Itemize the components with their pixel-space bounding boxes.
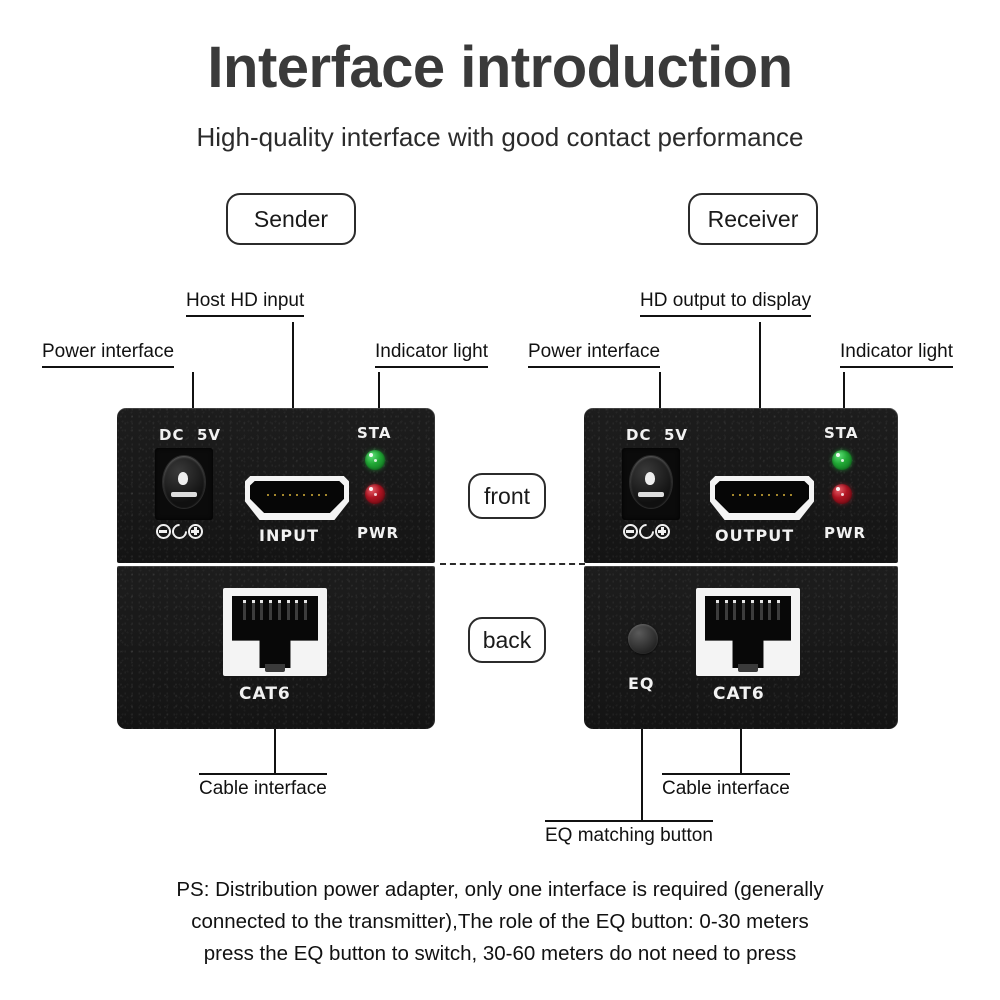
sender-port-label: INPUT bbox=[259, 526, 319, 545]
badge-receiver: Receiver bbox=[688, 193, 818, 245]
sender-volt-label: 5V bbox=[197, 426, 222, 444]
callout-receiver-power: Power interface bbox=[528, 341, 661, 368]
leader-receiver-power bbox=[659, 372, 661, 408]
sender-hdmi-input-port[interactable] bbox=[245, 476, 349, 520]
sender-pwr-led bbox=[365, 484, 385, 504]
sender-cat6-contacts bbox=[243, 600, 307, 620]
badge-sender: Sender bbox=[226, 193, 356, 245]
receiver-dc-jack-ring bbox=[630, 456, 672, 508]
callout-receiver-eq: EQ matching button bbox=[545, 820, 713, 847]
badge-receiver-label: Receiver bbox=[707, 205, 799, 232]
receiver-volt-label: 5V bbox=[664, 426, 689, 444]
badge-back: back bbox=[468, 617, 546, 663]
receiver-cat6-port[interactable] bbox=[696, 588, 800, 676]
receiver-eq-label: EQ bbox=[628, 674, 655, 693]
polarity-positive-icon bbox=[655, 524, 670, 539]
callout-receiver-hd-output: HD output to display bbox=[640, 290, 812, 317]
sender-sta-led-highlight2 bbox=[374, 459, 377, 462]
sender-sta-label: STA bbox=[357, 424, 392, 442]
page-subtitle: High-quality interface with good contact… bbox=[196, 122, 804, 152]
front-back-separator bbox=[440, 563, 585, 565]
polarity-negative-icon bbox=[156, 524, 171, 539]
receiver-back-panel: EQ CAT6 bbox=[584, 566, 898, 729]
receiver-sta-led bbox=[832, 450, 852, 470]
leader-sender-cable bbox=[274, 729, 276, 773]
sender-dc-jack[interactable] bbox=[155, 448, 213, 520]
ps-footnote-line1: PS: Distribution power adapter, only one… bbox=[176, 878, 824, 901]
receiver-sta-led-highlight2 bbox=[841, 459, 844, 462]
callout-receiver-indicator: Indicator light bbox=[840, 341, 954, 368]
ps-footnote-line2: connected to the transmitter),The role o… bbox=[191, 910, 809, 933]
callout-sender-hd-input: Host HD input bbox=[186, 290, 305, 317]
receiver-port-label: OUTPUT bbox=[715, 526, 795, 545]
callout-sender-power: Power interface bbox=[42, 341, 175, 368]
receiver-dc-jack-pin bbox=[645, 472, 655, 485]
leader-receiver-cable bbox=[740, 729, 742, 773]
badge-sender-label: Sender bbox=[253, 205, 329, 232]
sender-cat6-label: CAT6 bbox=[239, 684, 291, 704]
badge-front: front bbox=[468, 473, 546, 519]
leader-receiver-hd-output bbox=[759, 322, 761, 408]
sender-front-panel: DC 5V INPUT STA PWR bbox=[117, 408, 435, 563]
sender-hdmi-cavity bbox=[250, 481, 344, 513]
polarity-center-icon bbox=[635, 520, 658, 543]
receiver-dc-jack[interactable] bbox=[622, 448, 680, 520]
receiver-front-panel: DC 5V OUTPUT STA PWR bbox=[584, 408, 898, 563]
sender-dc-jack-slot bbox=[171, 492, 197, 497]
sender-hdmi-pins bbox=[267, 494, 327, 496]
interface-introduction-page: Interface introduction High-quality inte… bbox=[0, 0, 1000, 1000]
receiver-dc-label: DC bbox=[626, 426, 652, 444]
sender-cat6-tab-slot bbox=[265, 664, 285, 672]
receiver-hdmi-pins bbox=[732, 494, 792, 496]
polarity-center-icon bbox=[168, 520, 191, 543]
receiver-hdmi-cavity bbox=[715, 481, 809, 513]
sender-cat6-port[interactable] bbox=[223, 588, 327, 676]
ps-footnote-line3: press the EQ button to switch, 30-60 met… bbox=[203, 942, 797, 965]
page-title: Interface introduction bbox=[207, 35, 793, 100]
sender-dc-jack-ring bbox=[163, 456, 205, 508]
sender-pwr-led-highlight bbox=[369, 487, 373, 491]
receiver-hdmi-output-port[interactable] bbox=[710, 476, 814, 520]
sender-dc-jack-pin bbox=[178, 472, 188, 485]
sender-pwr-led-highlight2 bbox=[374, 493, 377, 496]
ps-footnote: PS: Distribution power adapter, only one… bbox=[0, 874, 1000, 970]
polarity-negative-icon bbox=[623, 524, 638, 539]
callout-sender-indicator: Indicator light bbox=[375, 341, 489, 368]
sender-polarity-symbol bbox=[156, 520, 203, 543]
receiver-sta-label: STA bbox=[824, 424, 859, 442]
receiver-cat6-label: CAT6 bbox=[713, 684, 765, 704]
receiver-sta-led-highlight bbox=[836, 453, 840, 457]
receiver-dc-jack-slot bbox=[638, 492, 664, 497]
eq-button[interactable] bbox=[628, 624, 658, 654]
receiver-pwr-led bbox=[832, 484, 852, 504]
receiver-cat6-tab-slot bbox=[738, 664, 758, 672]
leader-receiver-eq bbox=[641, 729, 643, 820]
leader-receiver-indicator bbox=[843, 372, 845, 408]
polarity-positive-icon bbox=[188, 524, 203, 539]
leader-sender-indicator bbox=[378, 372, 380, 408]
sender-sta-led-highlight bbox=[369, 453, 373, 457]
callout-receiver-cable: Cable interface bbox=[662, 773, 790, 800]
badge-back-label: back bbox=[482, 626, 532, 653]
sender-back-panel: CAT6 bbox=[117, 566, 435, 729]
receiver-pwr-label: PWR bbox=[824, 524, 867, 542]
leader-sender-hd-input bbox=[292, 322, 294, 408]
receiver-cat6-contacts bbox=[716, 600, 780, 620]
receiver-polarity-symbol bbox=[623, 520, 670, 543]
leader-sender-power bbox=[192, 372, 194, 408]
receiver-pwr-led-highlight2 bbox=[841, 493, 844, 496]
sender-dc-label: DC bbox=[159, 426, 185, 444]
receiver-pwr-led-highlight bbox=[836, 487, 840, 491]
badge-front-label: front bbox=[483, 482, 531, 509]
sender-pwr-label: PWR bbox=[357, 524, 400, 542]
sender-sta-led bbox=[365, 450, 385, 470]
callout-sender-cable: Cable interface bbox=[199, 773, 327, 800]
